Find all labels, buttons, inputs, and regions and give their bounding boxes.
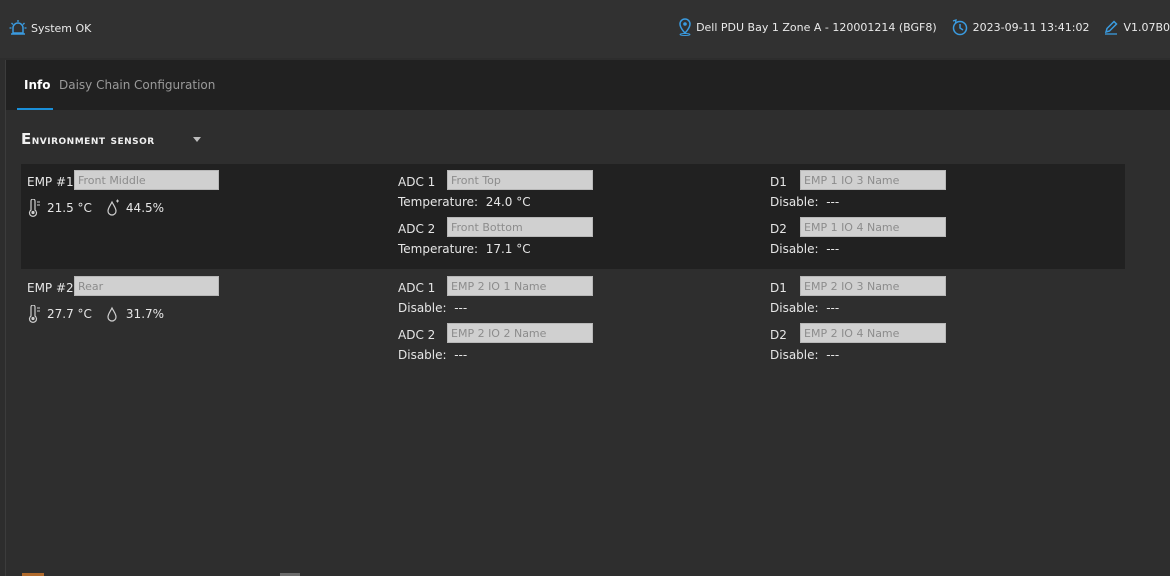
pencil-edit-icon: [1103, 19, 1119, 35]
d1-label: D1: [770, 175, 787, 189]
device-time[interactable]: 2023-09-11 13:41:02: [951, 18, 1090, 36]
adc1-status: Temperature: 24.0 °C: [398, 195, 531, 209]
adc2-name-input[interactable]: [447, 217, 593, 237]
emp-label: EMP #2: [27, 281, 74, 295]
device-location-text: Dell PDU Bay 1 Zone A - 120001214 (BGF8): [696, 20, 937, 34]
clock-sync-icon: [951, 18, 969, 36]
adc1-name-input[interactable]: [447, 276, 593, 296]
tab-info[interactable]: Info: [24, 78, 50, 92]
chevron-down-icon[interactable]: [193, 137, 201, 142]
adc2-label: ADC 2: [398, 328, 436, 342]
humidity-icon: [106, 305, 120, 323]
section-title: Environment sensor: [21, 130, 155, 148]
thermometer-icon: [27, 199, 41, 217]
temperature-reading: 27.7 °C 31.7%: [27, 305, 164, 323]
emp-name-input[interactable]: [74, 170, 219, 190]
device-location[interactable]: Dell PDU Bay 1 Zone A - 120001214 (BGF8): [678, 18, 937, 36]
d1-name-input[interactable]: [800, 170, 946, 190]
tab-daisy-chain[interactable]: Daisy Chain: [59, 78, 130, 92]
top-info: Dell PDU Bay 1 Zone A - 120001214 (BGF8)…: [664, 18, 1170, 36]
d2-label: D2: [770, 328, 787, 342]
adc2-status: Temperature: 17.1 °C: [398, 242, 531, 256]
temperature-reading: 21.5 °C 44.5%: [27, 199, 164, 217]
location-pin-icon: [678, 18, 692, 36]
humidity-icon: [106, 199, 120, 217]
firmware-version-text: V1.07B0: [1123, 20, 1170, 34]
adc1-label: ADC 1: [398, 175, 436, 189]
d2-status: Disable: ---: [770, 348, 840, 362]
humidity-value: 44.5%: [125, 201, 165, 215]
tab-configuration[interactable]: Configuration: [134, 78, 215, 92]
d2-name-input[interactable]: [800, 217, 946, 237]
system-status-text: System OK: [31, 21, 92, 35]
adc1-status: Disable: ---: [398, 301, 468, 315]
d2-name-input[interactable]: [800, 323, 946, 343]
emp-label: EMP #1: [27, 175, 74, 189]
tab-bar: Info Daisy Chain Configuration: [6, 60, 1170, 110]
d1-status: Disable: ---: [770, 195, 840, 209]
adc2-name-input[interactable]: [447, 323, 593, 343]
active-tab-indicator: [17, 108, 53, 110]
adc1-name-input[interactable]: [447, 170, 593, 190]
d2-status: Disable: ---: [770, 242, 840, 256]
device-datetime-text: 2023-09-11 13:41:02: [972, 20, 1090, 34]
main-panel: Info Daisy Chain Configuration Environme…: [6, 60, 1170, 576]
d1-label: D1: [770, 281, 787, 295]
d2-label: D2: [770, 222, 787, 236]
d1-name-input[interactable]: [800, 276, 946, 296]
adc2-status: Disable: ---: [398, 348, 468, 362]
top-status-bar: System OK Dell PDU Bay 1 Zone A - 120001…: [0, 0, 1170, 58]
d1-status: Disable: ---: [770, 301, 840, 315]
emp-name-input[interactable]: [74, 276, 219, 296]
siren-alarm-icon: [9, 19, 27, 37]
temperature-value: 21.5 °C: [47, 201, 92, 215]
humidity-value: 31.7%: [125, 307, 165, 321]
emp-row-2: EMP #2 27.7 °C 31.7% ADC 1 Disable: --- …: [21, 270, 1125, 375]
firmware-version[interactable]: V1.07B0: [1103, 19, 1170, 35]
adc1-label: ADC 1: [398, 281, 436, 295]
emp-row-1: EMP #1 21.5 °C 44.5% ADC 1 Temperature: …: [21, 164, 1125, 269]
temperature-value: 27.7 °C: [47, 307, 92, 321]
thermometer-icon: [27, 305, 41, 323]
adc2-label: ADC 2: [398, 222, 436, 236]
system-status: System OK: [9, 19, 91, 37]
